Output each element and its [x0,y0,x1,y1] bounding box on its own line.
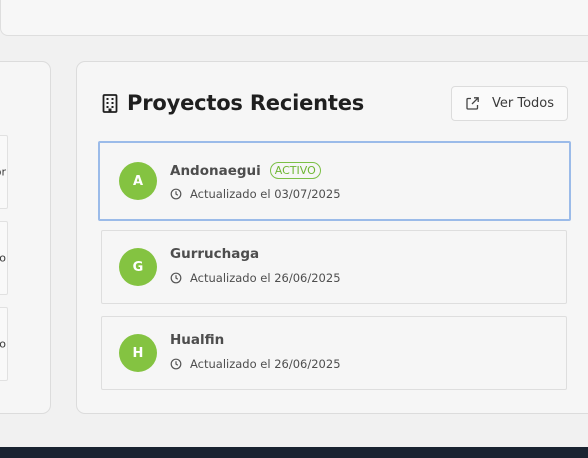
left-panel: dor o uipo [0,61,51,414]
project-item[interactable]: G Gurruchaga Actualizado el 26/06/2025 [101,230,567,304]
project-title-row: Hualfin [170,332,224,348]
panel-header: Proyectos Recientes [102,91,364,115]
clock-icon [170,272,182,284]
project-updated: Actualizado el 26/06/2025 [170,271,341,285]
project-updated: Actualizado el 03/07/2025 [170,187,341,201]
project-item[interactable]: A Andonaegui ACTIVO Actualizado el 03/07… [98,141,571,221]
left-card-label: dor [0,165,6,179]
status-badge: ACTIVO [269,162,321,179]
top-header-card [0,0,588,36]
project-name: Andonaegui [170,162,261,179]
avatar: H [119,334,157,372]
footer-bar [0,447,588,458]
clock-icon [170,358,182,370]
project-title-row: Gurruchaga [170,246,259,262]
project-name: Hualfin [170,332,225,348]
clock-icon [170,188,182,200]
project-item[interactable]: H Hualfin Actualizado el 26/06/2025 [101,316,567,390]
project-name: Gurruchaga [170,246,260,262]
project-updated: Actualizado el 26/06/2025 [170,357,341,371]
view-all-label: Ver Todos [491,96,555,111]
avatar: A [119,162,157,200]
panel-title: Proyectos Recientes [127,91,365,115]
updated-text: Actualizado el 03/07/2025 [190,187,341,201]
updated-text: Actualizado el 26/06/2025 [190,271,341,285]
left-card[interactable]: o [0,221,8,295]
left-card[interactable]: uipo [0,307,8,381]
left-card-label: uipo [0,338,6,351]
avatar: G [119,248,157,286]
view-all-button[interactable]: Ver Todos [451,86,568,121]
left-card-label: o [0,252,6,265]
updated-text: Actualizado el 26/06/2025 [190,357,341,371]
recent-projects-panel: Proyectos Recientes Ver Todos A Andonaeg… [76,61,588,414]
project-title-row: Andonaegui ACTIVO [170,162,321,179]
left-card[interactable]: dor [0,135,8,209]
external-link-icon [466,97,479,110]
building-icon [102,93,118,113]
